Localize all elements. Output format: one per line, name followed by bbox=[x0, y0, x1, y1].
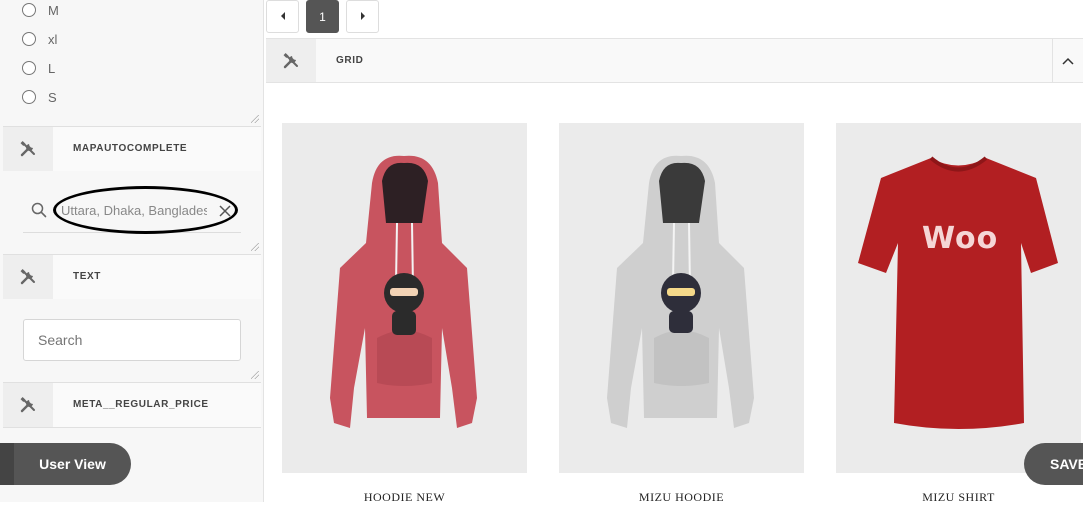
tools-icon bbox=[3, 255, 53, 299]
section-title: MAPAUTOCOMPLETE bbox=[73, 143, 188, 154]
product-card-mizu-hoodie[interactable] bbox=[559, 123, 804, 473]
radio-label: xl bbox=[48, 31, 58, 47]
radio-circle[interactable] bbox=[22, 90, 36, 104]
hoodie-image bbox=[330, 155, 477, 428]
radio-label: M bbox=[48, 2, 59, 18]
text-search-input[interactable] bbox=[23, 319, 241, 361]
page-number: 1 bbox=[319, 9, 326, 24]
product-name[interactable]: MIZU HOODIE bbox=[559, 490, 804, 505]
radio-circle[interactable] bbox=[22, 3, 36, 17]
grid-title: GRID bbox=[336, 55, 364, 66]
product-card-hoodie-new[interactable] bbox=[282, 123, 527, 473]
grid-section-header[interactable]: GRID bbox=[266, 38, 1083, 83]
size-option-m[interactable]: M bbox=[22, 0, 59, 21]
search-icon bbox=[31, 202, 47, 223]
tools-icon bbox=[3, 383, 53, 427]
section-header-meta-regular-price[interactable]: META__REGULAR_PRICE bbox=[3, 382, 261, 428]
size-option-s[interactable]: S bbox=[22, 86, 57, 108]
filter-sidebar: M xl L S MAPAUTOCOMPLETE Uttara, Dhaka, … bbox=[0, 0, 264, 502]
tshirt-image bbox=[858, 156, 1058, 429]
section-title: META__REGULAR_PRICE bbox=[73, 399, 209, 410]
collapse-toggle[interactable] bbox=[1052, 39, 1083, 82]
section-title: TEXT bbox=[73, 271, 101, 282]
tools-icon bbox=[3, 127, 53, 171]
product-name[interactable]: HOODIE NEW bbox=[282, 490, 527, 505]
product-card-mizu-shirt[interactable]: Woo bbox=[836, 123, 1081, 473]
radio-label: L bbox=[48, 60, 56, 76]
section-header-text[interactable]: TEXT bbox=[3, 254, 261, 300]
resize-handle[interactable] bbox=[251, 115, 259, 123]
caret-right-icon bbox=[359, 8, 367, 26]
tools-icon bbox=[266, 39, 316, 82]
size-options-panel: M xl L S bbox=[3, 0, 261, 125]
save-button[interactable]: SAVE bbox=[1024, 443, 1083, 485]
radio-label: S bbox=[48, 89, 57, 105]
caret-left-icon bbox=[279, 8, 287, 26]
user-view-button[interactable]: User View bbox=[0, 443, 131, 485]
woo-logo: Woo bbox=[922, 221, 999, 256]
next-page-button[interactable] bbox=[346, 0, 379, 33]
save-label: SAVE bbox=[1050, 456, 1083, 472]
resize-handle[interactable] bbox=[251, 371, 259, 379]
size-option-l[interactable]: L bbox=[22, 57, 55, 79]
radio-circle[interactable] bbox=[22, 32, 36, 46]
resize-handle[interactable] bbox=[251, 243, 259, 251]
annotation-highlight-ellipse bbox=[53, 186, 238, 234]
page-number-button[interactable]: 1 bbox=[306, 0, 339, 33]
product-name[interactable]: MIZU SHIRT bbox=[836, 490, 1081, 505]
prev-page-button[interactable] bbox=[266, 0, 299, 33]
user-view-label: User View bbox=[39, 456, 106, 472]
section-header-mapautocomplete[interactable]: MAPAUTOCOMPLETE bbox=[3, 126, 261, 172]
size-option-xl[interactable]: xl bbox=[22, 28, 57, 50]
chevron-up-icon bbox=[1062, 52, 1074, 70]
hoodie-image bbox=[607, 155, 754, 428]
radio-circle[interactable] bbox=[22, 61, 36, 75]
